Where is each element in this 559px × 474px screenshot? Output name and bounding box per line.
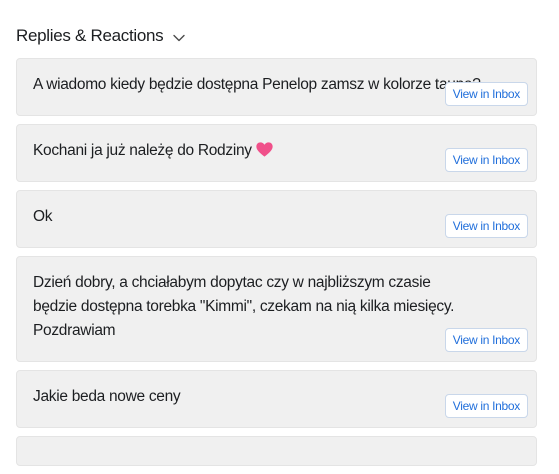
reply-card: Ok View in Inbox: [16, 190, 537, 248]
view-in-inbox-button[interactable]: View in Inbox: [444, 328, 528, 352]
view-in-inbox-button[interactable]: View in Inbox: [444, 394, 528, 418]
reply-card: Dzień dobry, a chciałabym dopytac czy w …: [16, 256, 537, 362]
section-title: Replies & Reactions: [16, 26, 164, 45]
replies-reactions-toggle[interactable]: Replies & Reactions: [16, 24, 187, 48]
view-in-inbox-button[interactable]: View in Inbox: [444, 148, 528, 172]
reply-text: Kochani ja już należę do Rodziny: [33, 142, 252, 159]
view-in-inbox-button[interactable]: View in Inbox: [444, 214, 528, 238]
reply-text: Jakie beda nowe ceny: [33, 388, 181, 405]
reply-card: Jakie beda nowe ceny View in Inbox: [16, 370, 537, 428]
reply-card: Kochani ja już należę do Rodziny View in…: [16, 124, 537, 182]
reply-card: A wiadomo kiedy będzie dostępna Penelop …: [16, 58, 537, 116]
reply-text: Dzień dobry, a chciałabym dopytac czy w …: [33, 274, 455, 339]
view-in-inbox-button[interactable]: View in Inbox: [444, 82, 528, 106]
replies-list: A wiadomo kiedy będzie dostępna Penelop …: [16, 58, 537, 474]
reply-text: A wiadomo kiedy będzie dostępna Penelop …: [33, 76, 481, 93]
reply-card: [16, 436, 537, 466]
reply-text: Ok: [33, 208, 53, 225]
chevron-down-icon: [173, 34, 186, 41]
heart-icon: [256, 142, 273, 157]
